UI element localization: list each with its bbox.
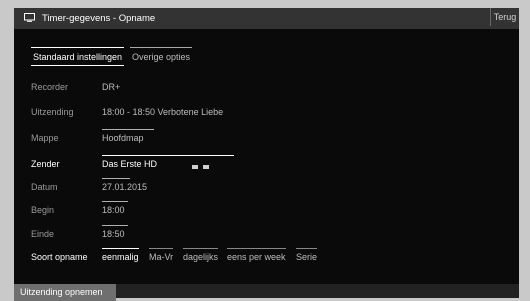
option-label: dagelijks [183,252,219,262]
tab-other-options[interactable]: Overige opties [130,47,193,62]
window-title: Timer-gegevens - Opname [42,13,156,24]
recording-type-label: Soort opname [31,252,88,262]
tab-standard-settings[interactable]: Standaard instellingen [31,47,125,66]
date-value: 27.01.2015 [102,182,148,192]
channel-label: Zender [31,159,60,169]
option-label: Ma-Vr [149,252,174,262]
channel-value: Das Erste HD [102,159,158,169]
channel-badges [192,161,211,171]
option-label: eenmalig [102,252,139,262]
record-broadcast-button[interactable]: Uitzending opnemen [14,284,116,301]
broadcast-label: Uitzending [31,107,74,117]
tab-label: Overige opties [132,52,191,62]
subtitle-icon [202,165,209,169]
option-serie[interactable]: Serie [296,248,318,262]
start-label: Begin [31,205,55,215]
end-value: 18:50 [102,229,125,239]
folder-label: Mappe [31,133,59,143]
monitor-icon [24,13,35,22]
option-label: Serie [296,252,318,262]
option-label: eens per week [227,252,286,262]
option-eenmalig[interactable]: eenmalig [102,248,139,262]
recorder-label: Recorder [31,82,69,92]
title-bar: Timer-gegevens - Opname Terug [14,8,519,29]
tab-label: Standaard instellingen [33,52,123,62]
option-eens-per-week[interactable]: eens per week [227,248,286,262]
back-button[interactable]: Terug [490,8,519,26]
broadcast-value: 18:00 - 18:50 Verbotene Liebe [102,107,224,117]
end-label: Einde [31,229,55,239]
option-ma-vr[interactable]: Ma-Vr [149,248,174,262]
hd-icon [192,165,198,169]
timer-window: Timer-gegevens - Opname Terug Standaard … [14,8,519,298]
folder-value: Hoofdmap [102,133,144,143]
recorder-value: DR+ [102,82,121,92]
option-dagelijks[interactable]: dagelijks [183,248,219,262]
date-label: Datum [31,182,58,192]
start-value: 18:00 [102,205,125,215]
